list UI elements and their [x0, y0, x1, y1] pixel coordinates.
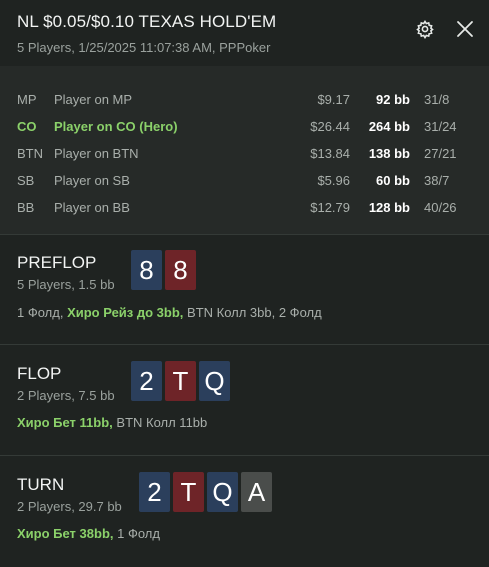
street-name: PREFLOP	[17, 253, 97, 272]
player-stack-money: $9.17	[317, 92, 350, 107]
player-name: Player on CO (Hero)	[54, 119, 178, 134]
playing-card: A	[241, 472, 272, 512]
player-stack-money: $13.84	[310, 146, 350, 161]
player-stats: 38/7	[424, 173, 450, 188]
player-name: Player on SB	[54, 173, 130, 188]
playing-card: T	[165, 361, 196, 401]
street-pot-info: 2 Players, 29.7 bb	[17, 499, 122, 514]
player-row-co-hero: CO Player on CO (Hero) $26.44 264 bb 31/…	[0, 117, 489, 137]
street-actions: Хиро Бет 38bb, 1 Фолд	[17, 526, 160, 541]
hero-action: Хиро Бет 38bb,	[17, 526, 114, 541]
action-text: BTN Колл 11bb	[112, 415, 208, 430]
street-pot-info: 2 Players, 7.5 bb	[17, 388, 115, 403]
player-stats: 31/24	[424, 119, 457, 134]
player-stack-bb: 138 bb	[368, 146, 410, 161]
street-name: FLOP	[17, 364, 62, 383]
player-name: Player on BB	[54, 200, 130, 215]
player-position: SB	[17, 173, 35, 188]
settings-button[interactable]	[415, 19, 435, 40]
playing-card: 2	[139, 472, 170, 512]
playing-card: Q	[199, 361, 230, 401]
player-stack-money: $12.79	[310, 200, 350, 215]
hero-action: Хиро Бет 11bb,	[17, 415, 113, 430]
player-stats: 40/26	[424, 200, 457, 215]
playing-card: 8	[165, 250, 196, 290]
close-icon	[457, 21, 473, 37]
player-stack-bb: 128 bb	[368, 200, 410, 215]
player-stats: 31/8	[424, 92, 450, 107]
street-actions: Хиро Бет 11bb, BTN Колл 11bb	[17, 415, 207, 430]
action-text: 1 Фолд	[113, 526, 160, 541]
player-position: BTN	[17, 146, 43, 161]
player-name: Player on BTN	[54, 146, 139, 161]
street-name: TURN	[17, 475, 65, 494]
playing-card: 2	[131, 361, 162, 401]
player-stack-money: $26.44	[310, 119, 350, 134]
action-text: 1 Фолд,	[17, 305, 68, 320]
board-cards: 2 T Q	[131, 361, 230, 401]
gear-icon	[416, 19, 434, 40]
game-title: NL $0.05/$0.10 TEXAS HOLD'EM	[17, 12, 277, 31]
playing-card: Q	[207, 472, 238, 512]
player-row-sb: SB Player on SB $5.96 60 bb 38/7	[0, 171, 489, 191]
hero-action: Хиро Рейз до 3bb,	[67, 305, 184, 320]
street-turn: TURN 2 Players, 29.7 bb 2 T Q A Хиро Бет…	[0, 456, 489, 567]
player-stats: 27/21	[424, 146, 457, 161]
player-name: Player on MP	[54, 92, 133, 107]
player-position: CO	[17, 119, 37, 134]
player-stack-bb: 92 bb	[376, 92, 410, 107]
street-actions: 1 Фолд, Хиро Рейз до 3bb, BTN Колл 3bb, …	[17, 305, 322, 320]
street-preflop: PREFLOP 5 Players, 1.5 bb 8 8 1 Фолд, Хи…	[0, 235, 489, 344]
player-position: BB	[17, 200, 35, 215]
players-table: MP Player on MP $9.17 92 bb 31/8 CO Play…	[0, 66, 489, 234]
action-text: BTN Колл 3bb, 2 Фолд	[183, 305, 322, 320]
player-row-bb: BB Player on BB $12.79 128 bb 40/26	[0, 198, 489, 218]
street-flop: FLOP 2 Players, 7.5 bb 2 T Q Хиро Бет 11…	[0, 345, 489, 455]
playing-card: 8	[131, 250, 162, 290]
player-stack-bb: 60 bb	[376, 173, 410, 188]
street-pot-info: 5 Players, 1.5 bb	[17, 277, 115, 292]
player-position: MP	[17, 92, 37, 107]
hand-header: NL $0.05/$0.10 TEXAS HOLD'EM 5 Players, …	[0, 0, 489, 66]
hand-info: 5 Players, 1/25/2025 11:07:38 AM, PPPoke…	[17, 40, 271, 55]
playing-card: T	[173, 472, 204, 512]
player-stack-bb: 264 bb	[368, 119, 410, 134]
player-stack-money: $5.96	[317, 173, 350, 188]
close-button[interactable]	[454, 18, 476, 40]
player-row-mp: MP Player on MP $9.17 92 bb 31/8	[0, 90, 489, 110]
player-row-btn: BTN Player on BTN $13.84 138 bb 27/21	[0, 144, 489, 164]
board-cards: 2 T Q A	[139, 472, 272, 512]
hole-cards: 8 8	[131, 250, 196, 290]
